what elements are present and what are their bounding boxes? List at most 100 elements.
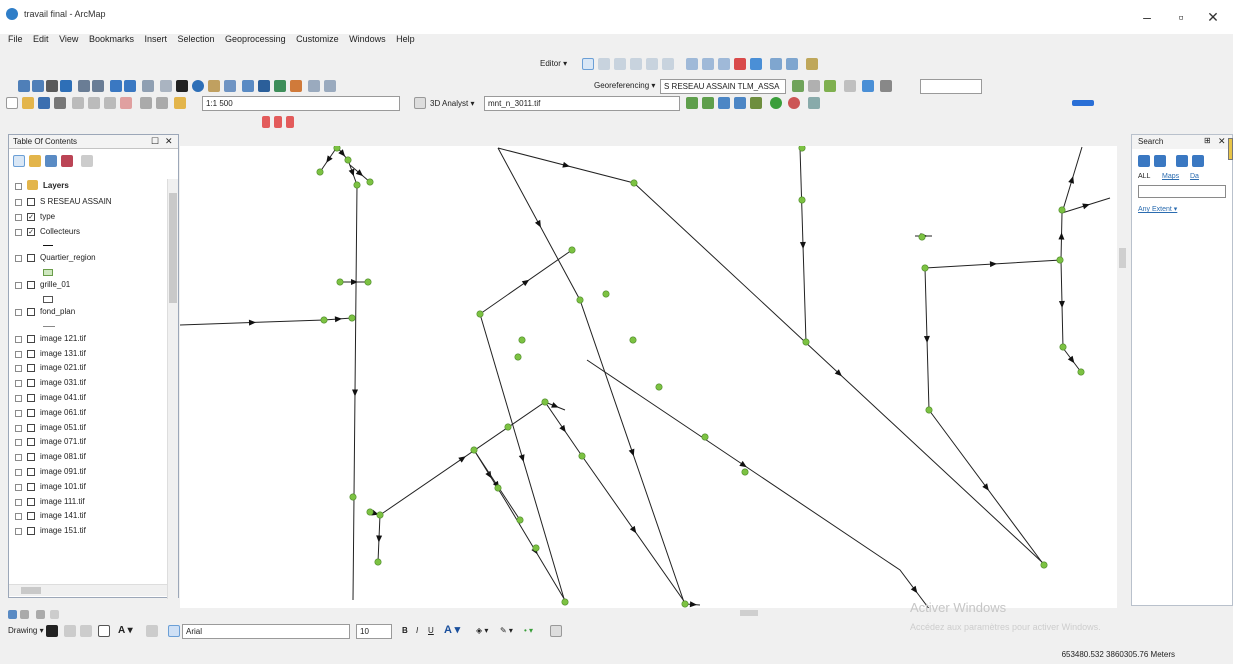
forward-extent-icon[interactable] <box>124 80 136 92</box>
clear-selection-icon[interactable] <box>160 80 172 92</box>
manhole-node[interactable] <box>532 544 540 552</box>
layer-visibility-checkbox[interactable] <box>27 527 35 536</box>
cut-icon[interactable] <box>72 97 84 109</box>
expand-icon[interactable] <box>15 255 22 263</box>
save-icon[interactable] <box>38 97 50 109</box>
layer-visibility-checkbox[interactable] <box>27 254 35 263</box>
menu-help[interactable]: Help <box>396 34 415 44</box>
search-back-icon[interactable] <box>1138 155 1150 167</box>
interpolate-line-icon[interactable] <box>686 97 698 109</box>
layer-visibility-checkbox[interactable] <box>27 334 35 343</box>
layer-visibility-checkbox[interactable] <box>27 379 35 388</box>
search-close-button[interactable]: ✕ <box>1218 136 1226 147</box>
full-extent-icon[interactable] <box>60 80 72 92</box>
expand-icon[interactable] <box>15 394 22 402</box>
expand-icon[interactable] <box>15 350 22 358</box>
map-hscroll-thumb[interactable] <box>740 610 758 616</box>
expand-icon[interactable] <box>15 439 22 447</box>
data-view-icon[interactable] <box>8 610 17 619</box>
expand-icon[interactable] <box>15 483 22 491</box>
edit-vertices-tool-icon[interactable] <box>146 625 158 637</box>
menu-edit[interactable]: Edit <box>33 34 49 44</box>
fill-color-icon[interactable]: ◈ ▾ <box>476 625 488 637</box>
manhole-node[interactable] <box>798 196 806 204</box>
rectangle-tool-icon[interactable] <box>98 625 110 637</box>
undo-icon[interactable] <box>140 97 152 109</box>
map-vertical-scrollbar[interactable] <box>1117 146 1128 606</box>
manhole-node[interactable] <box>802 338 810 346</box>
manhole-node[interactable] <box>320 316 328 324</box>
edit-vertices-icon[interactable] <box>686 58 698 70</box>
manhole-node[interactable] <box>333 146 341 152</box>
manhole-node[interactable] <box>1056 256 1064 264</box>
any-extent-dropdown[interactable]: Any Extent ▾ <box>1138 205 1177 213</box>
endpoint-arc-icon[interactable] <box>630 58 642 70</box>
search-tab-data[interactable]: Da <box>1190 173 1199 180</box>
manhole-node[interactable] <box>476 310 484 318</box>
manhole-node[interactable] <box>798 146 806 152</box>
expand-icon[interactable] <box>15 282 22 290</box>
text-tool-icon[interactable]: A ▾ <box>118 625 133 637</box>
refresh-icon[interactable] <box>36 610 45 619</box>
toc-layer-row[interactable]: image 131.tif <box>9 347 167 362</box>
arcscene-icon[interactable] <box>750 97 762 109</box>
line-color-icon[interactable]: ✎ ▾ <box>500 625 513 637</box>
catalog-icon[interactable] <box>788 97 800 109</box>
toc-vertical-scrollbar[interactable] <box>167 179 178 599</box>
layer-visibility-checkbox[interactable]: ✓ <box>27 212 35 221</box>
toc-layer-row[interactable]: image 071.tif <box>9 435 167 450</box>
toc-scroll-thumb[interactable] <box>169 193 177 303</box>
italic-button[interactable]: I <box>416 625 418 637</box>
edit-tool-icon[interactable] <box>582 58 594 70</box>
copy-icon[interactable] <box>88 97 100 109</box>
trace-icon[interactable] <box>646 58 658 70</box>
layer-visibility-checkbox[interactable] <box>27 467 35 476</box>
toc-layer-row[interactable]: fond_plan <box>9 305 167 320</box>
add-data-icon[interactable] <box>174 97 186 109</box>
manhole-node[interactable] <box>925 406 933 414</box>
expand-icon[interactable] <box>15 380 22 388</box>
create-viewer-icon[interactable] <box>324 80 336 92</box>
reshape-icon[interactable] <box>702 58 714 70</box>
layer-visibility-checkbox[interactable] <box>27 281 35 290</box>
collapse-icon[interactable] <box>15 183 22 190</box>
manhole-node[interactable] <box>576 296 584 304</box>
manhole-node[interactable] <box>376 511 384 519</box>
rotate-raster-icon[interactable] <box>792 80 804 92</box>
map-scale-field[interactable]: 1:1 500 <box>202 96 400 111</box>
manhole-node[interactable] <box>504 423 512 431</box>
manhole-node[interactable] <box>1077 368 1085 376</box>
layer-visibility-checkbox[interactable] <box>27 307 35 316</box>
layer-visibility-checkbox[interactable] <box>27 364 35 373</box>
measure-icon[interactable] <box>242 80 254 92</box>
georef-transform-input[interactable] <box>920 79 982 94</box>
manhole-node[interactable] <box>655 383 663 391</box>
cut-polygon-icon[interactable] <box>718 58 730 70</box>
manhole-node[interactable] <box>1040 561 1048 569</box>
minimize-button[interactable]: – <box>1132 6 1162 28</box>
manhole-node[interactable] <box>568 246 576 254</box>
menu-geoprocessing[interactable]: Geoprocessing <box>225 34 286 44</box>
hyperlink-icon[interactable] <box>208 80 220 92</box>
straight-segment-icon[interactable] <box>614 58 626 70</box>
raster-layer-select[interactable]: mnt_n_3011.tif <box>484 96 680 111</box>
expand-icon[interactable] <box>15 335 22 343</box>
expand-icon[interactable] <box>15 528 22 536</box>
toolbar-options-icon[interactable] <box>414 97 426 109</box>
layer-visibility-checkbox[interactable] <box>27 512 35 521</box>
split-tool-icon[interactable] <box>662 58 674 70</box>
add-control-points-icon[interactable] <box>824 80 836 92</box>
side-dock-tab[interactable] <box>1228 138 1233 160</box>
toc-options-icon[interactable] <box>81 155 93 167</box>
layer-visibility-checkbox[interactable] <box>27 198 35 206</box>
georef-layer-select[interactable]: S RESEAU ASSAIN TLM_ASSA <box>660 79 786 94</box>
search-forward-icon[interactable] <box>1154 155 1166 167</box>
expand-icon[interactable] <box>15 424 22 432</box>
manhole-node[interactable] <box>494 484 502 492</box>
bold-button[interactable]: B <box>402 625 408 637</box>
manhole-node[interactable] <box>344 156 352 164</box>
toc-layer-row[interactable]: image 021.tif <box>9 361 167 376</box>
search-input[interactable] <box>1138 185 1226 198</box>
open-icon[interactable] <box>22 97 34 109</box>
html-popup-icon[interactable] <box>224 80 236 92</box>
